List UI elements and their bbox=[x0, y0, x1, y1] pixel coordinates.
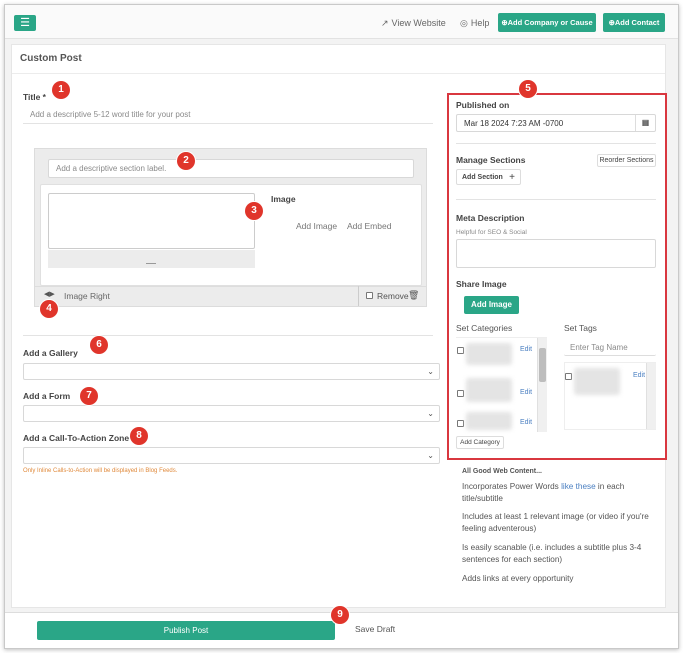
category-checkbox[interactable] bbox=[457, 390, 464, 397]
published-on-value: Mar 18 2024 7:23 AM -0700 bbox=[464, 119, 564, 128]
chevron-down-icon: ⌄ bbox=[427, 409, 434, 418]
set-categories-label: Set Categories bbox=[456, 323, 513, 333]
add-company-button[interactable]: ⊕Add Company or Cause bbox=[498, 13, 596, 32]
editor-resize-bar[interactable] bbox=[48, 250, 255, 268]
resize-handle[interactable] bbox=[146, 263, 156, 264]
annotation-badge-4: 4 bbox=[40, 300, 58, 318]
cta-label: Add a Call-To-Action Zone bbox=[23, 433, 130, 443]
tip-scanable: Is easily scanable (i.e. includes a subt… bbox=[462, 543, 642, 564]
tips-heading: All Good Web Content... bbox=[462, 468, 542, 475]
divider bbox=[456, 199, 656, 200]
add-contact-button[interactable]: ⊕Add Contact bbox=[603, 13, 665, 32]
image-heading: Image bbox=[271, 194, 296, 204]
divider bbox=[23, 335, 433, 336]
category-scrollbar[interactable] bbox=[537, 338, 547, 432]
section-text-editor[interactable] bbox=[48, 193, 255, 249]
hamburger-menu-button[interactable]: ☰ bbox=[14, 15, 36, 31]
tag-checkbox[interactable] bbox=[565, 373, 572, 380]
save-draft-link[interactable]: Save Draft bbox=[355, 624, 395, 634]
divider bbox=[12, 73, 665, 74]
tip-image: Includes at least 1 relevant image (or v… bbox=[462, 512, 649, 533]
tip-links: Adds links at every opportunity bbox=[462, 574, 574, 583]
tag-placeholder: Enter Tag Name bbox=[570, 343, 628, 352]
category-edit-link[interactable]: Edit bbox=[520, 419, 532, 426]
tag-input[interactable]: Enter Tag Name bbox=[564, 339, 656, 356]
meta-description-label: Meta Description bbox=[456, 213, 525, 223]
annotation-badge-1: 1 bbox=[52, 81, 70, 99]
help-icon: ◎ bbox=[460, 18, 468, 28]
tip-power-words: Incorporates Power Words like these in e… bbox=[462, 481, 662, 505]
gallery-label: Add a Gallery bbox=[23, 348, 78, 358]
view-website-link[interactable]: ↗ View Website bbox=[381, 18, 446, 29]
gallery-select[interactable]: ⌄ bbox=[23, 363, 440, 380]
remove-label[interactable]: Remove bbox=[377, 291, 409, 301]
publish-post-button[interactable]: Publish Post bbox=[37, 621, 335, 640]
manage-sections-label: Manage Sections bbox=[456, 155, 526, 165]
category-name-redacted bbox=[466, 343, 512, 365]
published-on-label: Published on bbox=[456, 100, 510, 110]
add-section-button[interactable]: Add Section + bbox=[456, 169, 521, 185]
page-title: Custom Post bbox=[20, 53, 82, 64]
set-tags-label: Set Tags bbox=[564, 323, 597, 333]
calendar-icon[interactable]: ▦ bbox=[635, 115, 655, 131]
category-checkbox[interactable] bbox=[457, 420, 464, 427]
help-link[interactable]: ◎ Help bbox=[460, 18, 489, 29]
category-list[interactable]: Edit Edit Edit bbox=[456, 337, 547, 432]
category-name-redacted bbox=[466, 412, 512, 430]
form-label: Add a Form bbox=[23, 391, 71, 401]
annotation-badge-9: 9 bbox=[331, 606, 349, 624]
annotation-badge-8: 8 bbox=[130, 427, 148, 445]
external-link-icon: ↗ bbox=[381, 18, 389, 28]
title-underline bbox=[23, 123, 433, 124]
top-bar: ☰ ↗ View Website ◎ Help ⊕Add Company or Ca… bbox=[5, 5, 678, 39]
add-section-label: Add Section bbox=[462, 174, 503, 181]
cta-select[interactable]: ⌄ bbox=[23, 447, 440, 464]
category-checkbox[interactable] bbox=[457, 347, 464, 354]
annotation-badge-5: 5 bbox=[519, 80, 537, 98]
add-embed-link[interactable]: Add Embed bbox=[347, 221, 391, 231]
chevron-down-icon: ⌄ bbox=[427, 451, 434, 460]
trash-icon[interactable]: 🗑 bbox=[408, 290, 419, 301]
share-add-image-button[interactable]: Add Image bbox=[464, 296, 519, 314]
published-on-input[interactable]: Mar 18 2024 7:23 AM -0700 ▦ bbox=[456, 114, 656, 132]
category-name-redacted bbox=[466, 378, 512, 402]
category-edit-link[interactable]: Edit bbox=[520, 346, 532, 353]
power-words-link[interactable]: like these bbox=[561, 482, 596, 491]
reorder-sections-button[interactable]: Reorder Sections bbox=[597, 154, 656, 167]
cta-note: Only Inline Calls-to-Action will be disp… bbox=[23, 468, 178, 474]
tip-text: Incorporates Power Words bbox=[462, 482, 562, 491]
add-category-button[interactable]: Add Category bbox=[456, 436, 504, 449]
help-label: Help bbox=[470, 18, 490, 28]
annotation-badge-3: 3 bbox=[245, 202, 263, 220]
tag-name-redacted bbox=[574, 368, 620, 395]
share-image-label: Share Image bbox=[456, 279, 507, 289]
swap-arrows-icon[interactable]: ◀▶ bbox=[44, 290, 55, 298]
form-select[interactable]: ⌄ bbox=[23, 405, 440, 422]
meta-hint: Helpful for SEO & Social bbox=[456, 229, 527, 236]
meta-description-textarea[interactable] bbox=[456, 239, 656, 268]
title-input[interactable]: Add a descriptive 5-12 word title for yo… bbox=[30, 110, 191, 119]
annotation-badge-7: 7 bbox=[80, 387, 98, 405]
section-label-input[interactable]: Add a descriptive section label. bbox=[48, 159, 414, 178]
chevron-down-icon: ⌄ bbox=[427, 367, 434, 376]
category-edit-link[interactable]: Edit bbox=[520, 389, 532, 396]
plus-icon: + bbox=[509, 172, 515, 183]
tag-edit-link[interactable]: Edit bbox=[633, 372, 645, 379]
view-website-label: View Website bbox=[391, 18, 446, 28]
tag-scrollbar[interactable] bbox=[646, 363, 656, 429]
annotation-badge-6: 6 bbox=[90, 336, 108, 354]
footer-divider bbox=[358, 286, 359, 306]
remove-checkbox[interactable] bbox=[366, 292, 373, 299]
tag-list[interactable]: Edit bbox=[564, 362, 656, 430]
image-position-label: Image Right bbox=[64, 291, 110, 301]
section-label-placeholder: Add a descriptive section label. bbox=[56, 164, 167, 173]
annotation-badge-2: 2 bbox=[177, 152, 195, 170]
scrollbar-thumb[interactable] bbox=[539, 348, 546, 382]
add-image-link[interactable]: Add Image bbox=[296, 221, 337, 231]
divider bbox=[456, 143, 656, 144]
title-label: Title * bbox=[23, 92, 46, 102]
